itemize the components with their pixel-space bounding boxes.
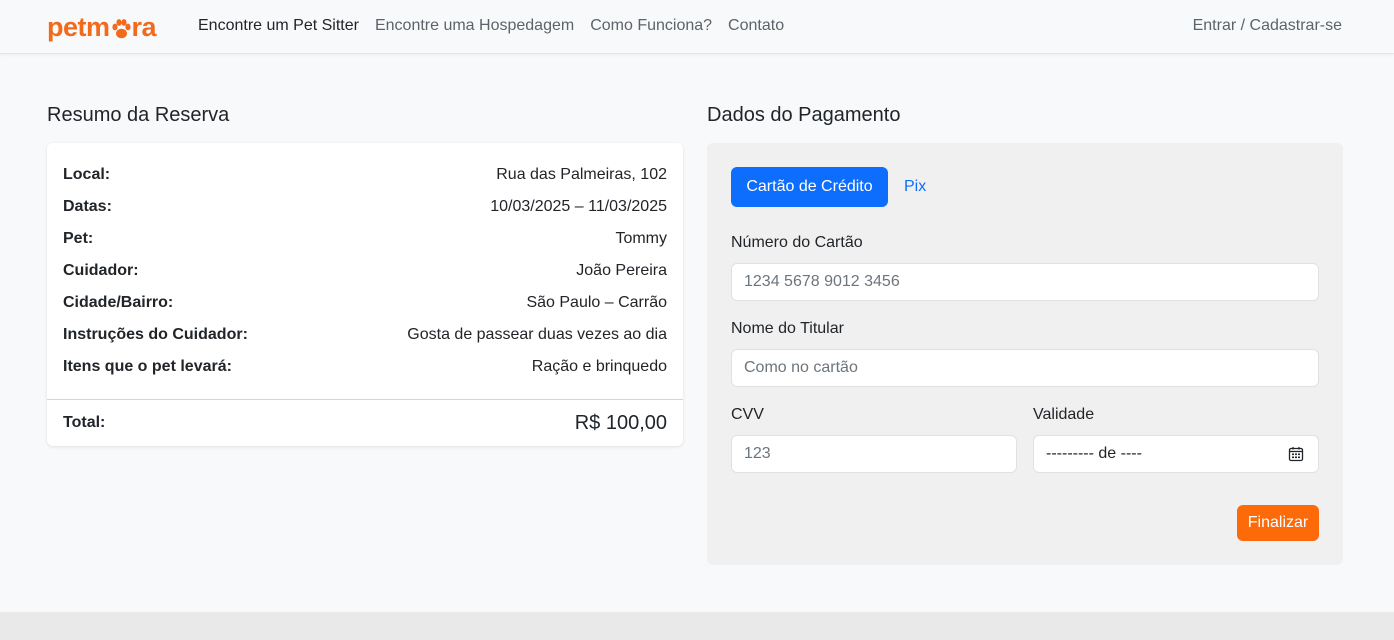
summary-card: Local: Rua das Palmeiras, 102 Datas: 10/… xyxy=(47,143,683,446)
login-signup-link[interactable]: Entrar / Cadastrar-se xyxy=(1193,0,1342,52)
summary-row-label: Itens que o pet levará: xyxy=(63,358,232,375)
tab-pix[interactable]: Pix xyxy=(904,167,926,207)
summary-row-label: Local: xyxy=(63,166,111,183)
nav-link-find-lodging[interactable]: Encontre uma Hospedagem xyxy=(367,17,582,35)
finalize-button[interactable]: Finalizar xyxy=(1237,505,1319,541)
holder-name-label: Nome do Titular xyxy=(731,320,844,337)
summary-total-row: Total: R$ 100,00 xyxy=(63,409,667,437)
summary-row-value: João Pereira xyxy=(576,262,667,279)
summary-row-label: Instruções do Cuidador: xyxy=(63,326,248,343)
summary-row-instructions: Instruções do Cuidador: Gosta de passear… xyxy=(63,319,667,351)
summary-divider xyxy=(47,399,683,400)
summary-row-label: Datas: xyxy=(63,198,112,215)
summary-title: Resumo da Reserva xyxy=(47,104,230,126)
summary-row-value: Gosta de passear duas vezes ao dia xyxy=(407,326,667,343)
summary-rows: Local: Rua das Palmeiras, 102 Datas: 10/… xyxy=(63,159,667,383)
brand-text-prefix: petm xyxy=(47,11,110,42)
summary-row-location: Local: Rua das Palmeiras, 102 xyxy=(63,159,667,191)
card-number-input[interactable] xyxy=(731,263,1319,301)
card-number-label: Número do Cartão xyxy=(731,234,863,251)
payment-panel: Cartão de Crédito Pix Número do Cartão N… xyxy=(707,143,1343,565)
summary-row-label: Cidade/Bairro: xyxy=(63,294,174,311)
nav-link-contact[interactable]: Contato xyxy=(720,17,792,35)
expiry-month-input[interactable]: --------- de ---- xyxy=(1033,435,1319,473)
expiry-label: Validade xyxy=(1033,406,1095,423)
nav-link-how-it-works[interactable]: Como Funciona? xyxy=(582,17,720,35)
footer xyxy=(0,612,1394,640)
brand-text-suffix: ra xyxy=(131,11,157,42)
payment-title: Dados do Pagamento xyxy=(707,104,901,126)
cvv-input[interactable] xyxy=(731,435,1017,473)
paw-icon xyxy=(111,16,131,39)
summary-row-label: Pet: xyxy=(63,230,94,247)
cvv-label: CVV xyxy=(731,406,764,423)
summary-row-label: Cuidador: xyxy=(63,262,139,279)
summary-row-city: Cidade/Bairro: São Paulo – Carrão xyxy=(63,287,667,319)
tab-credit-card[interactable]: Cartão de Crédito xyxy=(731,167,888,207)
summary-row-items: Itens que o pet levará: Ração e brinqued… xyxy=(63,351,667,383)
navbar: petm ra Encontre um Pet Sitter Encontre … xyxy=(0,0,1394,54)
total-value: R$ 100,00 xyxy=(574,411,667,434)
summary-row-pet: Pet: Tommy xyxy=(63,223,667,255)
total-label: Total: xyxy=(63,414,106,431)
nav-link-find-pet-sitter[interactable]: Encontre um Pet Sitter xyxy=(190,17,367,35)
brand-logo[interactable]: petm ra xyxy=(47,11,157,43)
summary-row-value: Ração e brinquedo xyxy=(531,358,667,375)
summary-row-value: Rua das Palmeiras, 102 xyxy=(496,166,667,183)
summary-row-caregiver: Cuidador: João Pereira xyxy=(63,255,667,287)
expiry-value: --------- de ---- xyxy=(1046,445,1142,462)
summary-row-value: São Paulo – Carrão xyxy=(526,294,667,311)
summary-row-dates: Datas: 10/03/2025 – 11/03/2025 xyxy=(63,191,667,223)
nav-links: Encontre um Pet Sitter Encontre uma Hosp… xyxy=(190,0,792,52)
summary-row-value: 10/03/2025 – 11/03/2025 xyxy=(490,198,667,215)
calendar-icon[interactable] xyxy=(1288,446,1304,462)
holder-name-input[interactable] xyxy=(731,349,1319,387)
summary-row-value: Tommy xyxy=(615,230,667,247)
